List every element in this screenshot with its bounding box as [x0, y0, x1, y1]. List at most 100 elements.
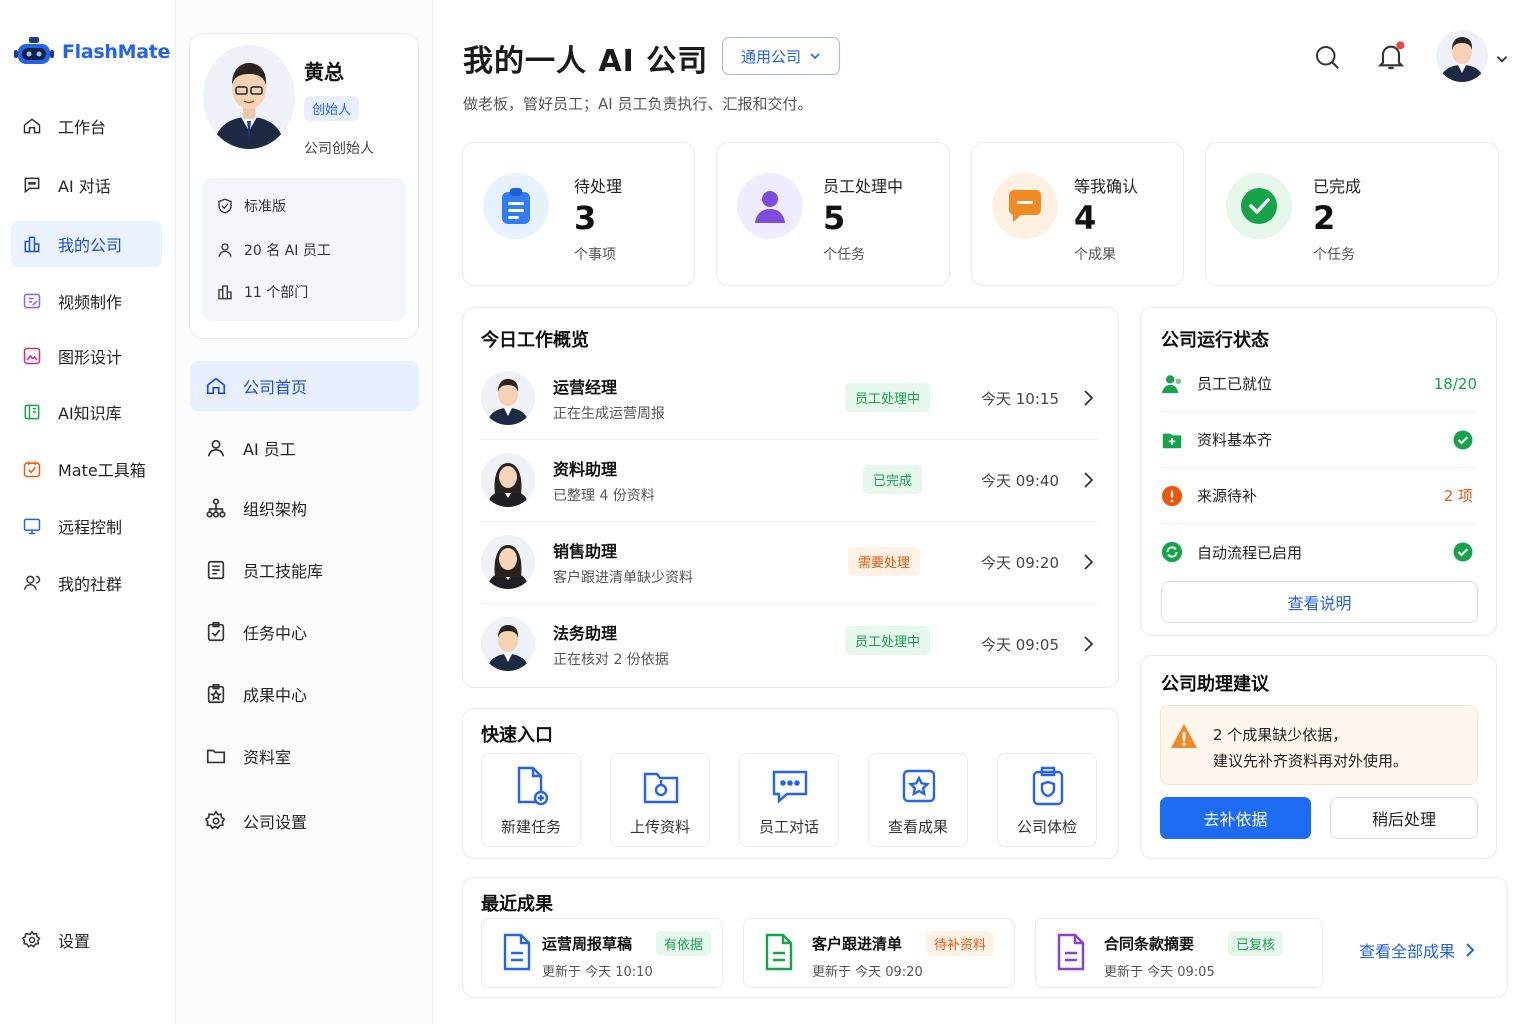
app-logo[interactable]: FlashMate — [14, 36, 170, 68]
subnav-item-results[interactable]: 成果中心 — [190, 669, 419, 719]
upload-files-button[interactable]: 上传资料 — [610, 753, 710, 847]
stat-card-completed[interactable]: 已完成 2 个任务 — [1205, 142, 1499, 286]
company-checkup-button[interactable]: 公司体检 — [997, 753, 1097, 847]
result-updated: 更新于 今天 09:05 — [1104, 965, 1215, 980]
status-value: 18/20 — [1433, 374, 1477, 393]
work-row[interactable]: 法务助理 正在核对 2 份依据 员工处理中 今天 09:05 — [481, 604, 1099, 686]
nav-item-my-company[interactable]: 我的公司 — [11, 221, 162, 267]
plan-row: 标准版 — [216, 196, 286, 216]
quick-entry-label: 查看成果 — [887, 818, 948, 836]
stat-card-awaiting[interactable]: 等我确认 4 个成果 — [971, 142, 1184, 286]
subnav-item-company-settings[interactable]: 公司设置 — [190, 796, 419, 846]
nav-item-community[interactable]: 我的社群 — [11, 560, 162, 606]
check-circle-icon — [1453, 430, 1473, 449]
user-avatar[interactable] — [1436, 30, 1488, 82]
nav-item-label: 我的社群 — [58, 575, 123, 594]
stat-value: 4 — [1074, 199, 1097, 237]
subnav-item-files[interactable]: 资料室 — [190, 731, 419, 781]
nav-item-settings[interactable]: 设置 — [11, 917, 162, 963]
row-open-button[interactable] — [1081, 388, 1095, 408]
timestamp: 今天 09:40 — [981, 472, 1059, 490]
document-icon — [503, 933, 531, 971]
view-explanation-button[interactable]: 查看说明 — [1161, 581, 1478, 623]
subnav-item-ai-staff[interactable]: AI 员工 — [190, 423, 419, 473]
subnav-item-org[interactable]: 组织架构 — [190, 483, 419, 533]
notification-button[interactable] — [1375, 40, 1407, 72]
new-task-button[interactable]: 新建任务 — [481, 753, 581, 847]
nav-item-workbench[interactable]: 工作台 — [11, 103, 162, 149]
search-button[interactable] — [1312, 42, 1342, 72]
stat-icon-wrap — [992, 173, 1058, 239]
subnav-item-label: AI 员工 — [243, 440, 296, 459]
status-badge: 员工处理中 — [845, 626, 931, 655]
nav-item-label: 工作台 — [58, 118, 107, 137]
avatar[interactable] — [203, 45, 295, 149]
subnav-item-label: 成果中心 — [243, 686, 308, 705]
toolbox-icon — [23, 461, 41, 478]
work-row[interactable]: 运营经理 正在生成运营周报 员工处理中 今天 10:15 — [481, 358, 1099, 440]
clipboard-shield-icon — [1032, 766, 1064, 806]
subnav-item-skills[interactable]: 员工技能库 — [190, 545, 419, 595]
subnav-item-tasks[interactable]: 任务中心 — [190, 607, 419, 657]
org-chart-icon — [206, 498, 226, 518]
stat-label: 已完成 — [1313, 177, 1362, 196]
work-row[interactable]: 资料助理 已整理 4 份资料 已完成 今天 09:40 — [481, 440, 1099, 522]
chat-icon — [24, 177, 40, 194]
check-circle-icon — [1241, 188, 1277, 224]
star-clipboard-icon — [207, 684, 225, 704]
nav-item-video[interactable]: 视频制作 — [11, 278, 162, 324]
nav-item-toolbox[interactable]: Mate工具箱 — [11, 446, 162, 492]
subnav-item-label: 公司首页 — [243, 378, 308, 397]
document-icon — [1057, 933, 1085, 971]
search-icon — [1316, 46, 1339, 69]
robot-logo-icon — [14, 37, 54, 64]
staff-chat-button[interactable]: 员工对话 — [739, 753, 839, 847]
avatar — [481, 453, 535, 507]
stat-card-pending[interactable]: 待处理 3 个事项 — [462, 142, 695, 286]
status-label: 员工已就位 — [1197, 375, 1273, 393]
row-open-button[interactable] — [1081, 470, 1095, 490]
section-title: 公司助理建议 — [1161, 674, 1269, 695]
employee-activity: 正在核对 2 份依据 — [553, 652, 669, 668]
stat-value: 2 — [1313, 199, 1336, 237]
section-title: 快速入口 — [481, 725, 553, 746]
stat-card-in-progress[interactable]: 员工处理中 5 个任务 — [716, 142, 950, 286]
monitor-icon — [23, 518, 41, 535]
chevron-right-icon — [1084, 390, 1094, 406]
result-card[interactable]: 客户跟进清单 待补资料 更新于 今天 09:20 — [743, 918, 1015, 988]
row-open-button[interactable] — [1081, 552, 1095, 572]
result-card[interactable]: 合同条款摘要 已复核 更新于 今天 09:05 — [1035, 918, 1323, 988]
warning-icon — [1171, 724, 1197, 748]
subnav-item-home[interactable]: 公司首页 — [190, 361, 419, 411]
nav-item-graphic[interactable]: 图形设计 — [11, 333, 162, 379]
chevron-down-icon — [1496, 56, 1508, 63]
timestamp: 今天 09:05 — [981, 636, 1059, 654]
view-results-button[interactable]: 查看成果 — [868, 753, 968, 847]
nav-item-label: AI 对话 — [58, 177, 111, 196]
row-open-button[interactable] — [1081, 634, 1095, 654]
later-button[interactable]: 稍后处理 — [1330, 797, 1478, 839]
user-menu-toggle[interactable] — [1495, 52, 1509, 66]
page-title: 我的一人 AI 公司 — [463, 44, 709, 79]
plan-label: 标准版 — [244, 199, 286, 215]
stat-unit: 个任务 — [823, 247, 865, 263]
app-name: FlashMate — [62, 41, 171, 63]
nav-item-knowledge[interactable]: AI知识库 — [11, 389, 162, 435]
result-card[interactable]: 运营周报草稿 有依据 更新于 今天 10:10 — [481, 918, 723, 988]
status-row: 资料基本齐 — [1161, 412, 1477, 468]
person-avatar-icon — [487, 463, 529, 507]
chat-bubble-icon — [772, 770, 808, 804]
stat-unit: 个成果 — [1074, 247, 1116, 263]
view-all-results-link[interactable]: 查看全部成果 — [1359, 938, 1475, 962]
check-circle-icon — [1453, 542, 1473, 562]
view-all-label: 查看全部成果 — [1359, 942, 1456, 961]
nav-item-remote[interactable]: 远程控制 — [11, 503, 162, 549]
person-avatar-icon — [487, 625, 529, 671]
nav-item-ai-chat[interactable]: AI 对话 — [11, 162, 162, 208]
role-badge: 创始人 — [304, 96, 360, 121]
person-avatar-icon — [203, 45, 295, 149]
fill-evidence-button[interactable]: 去补依据 — [1160, 797, 1311, 839]
work-row[interactable]: 销售助理 客户跟进清单缺少资料 需要处理 今天 09:20 — [481, 522, 1099, 604]
company-type-select[interactable]: 通用公司 — [722, 37, 840, 75]
document-list-icon — [207, 560, 225, 580]
